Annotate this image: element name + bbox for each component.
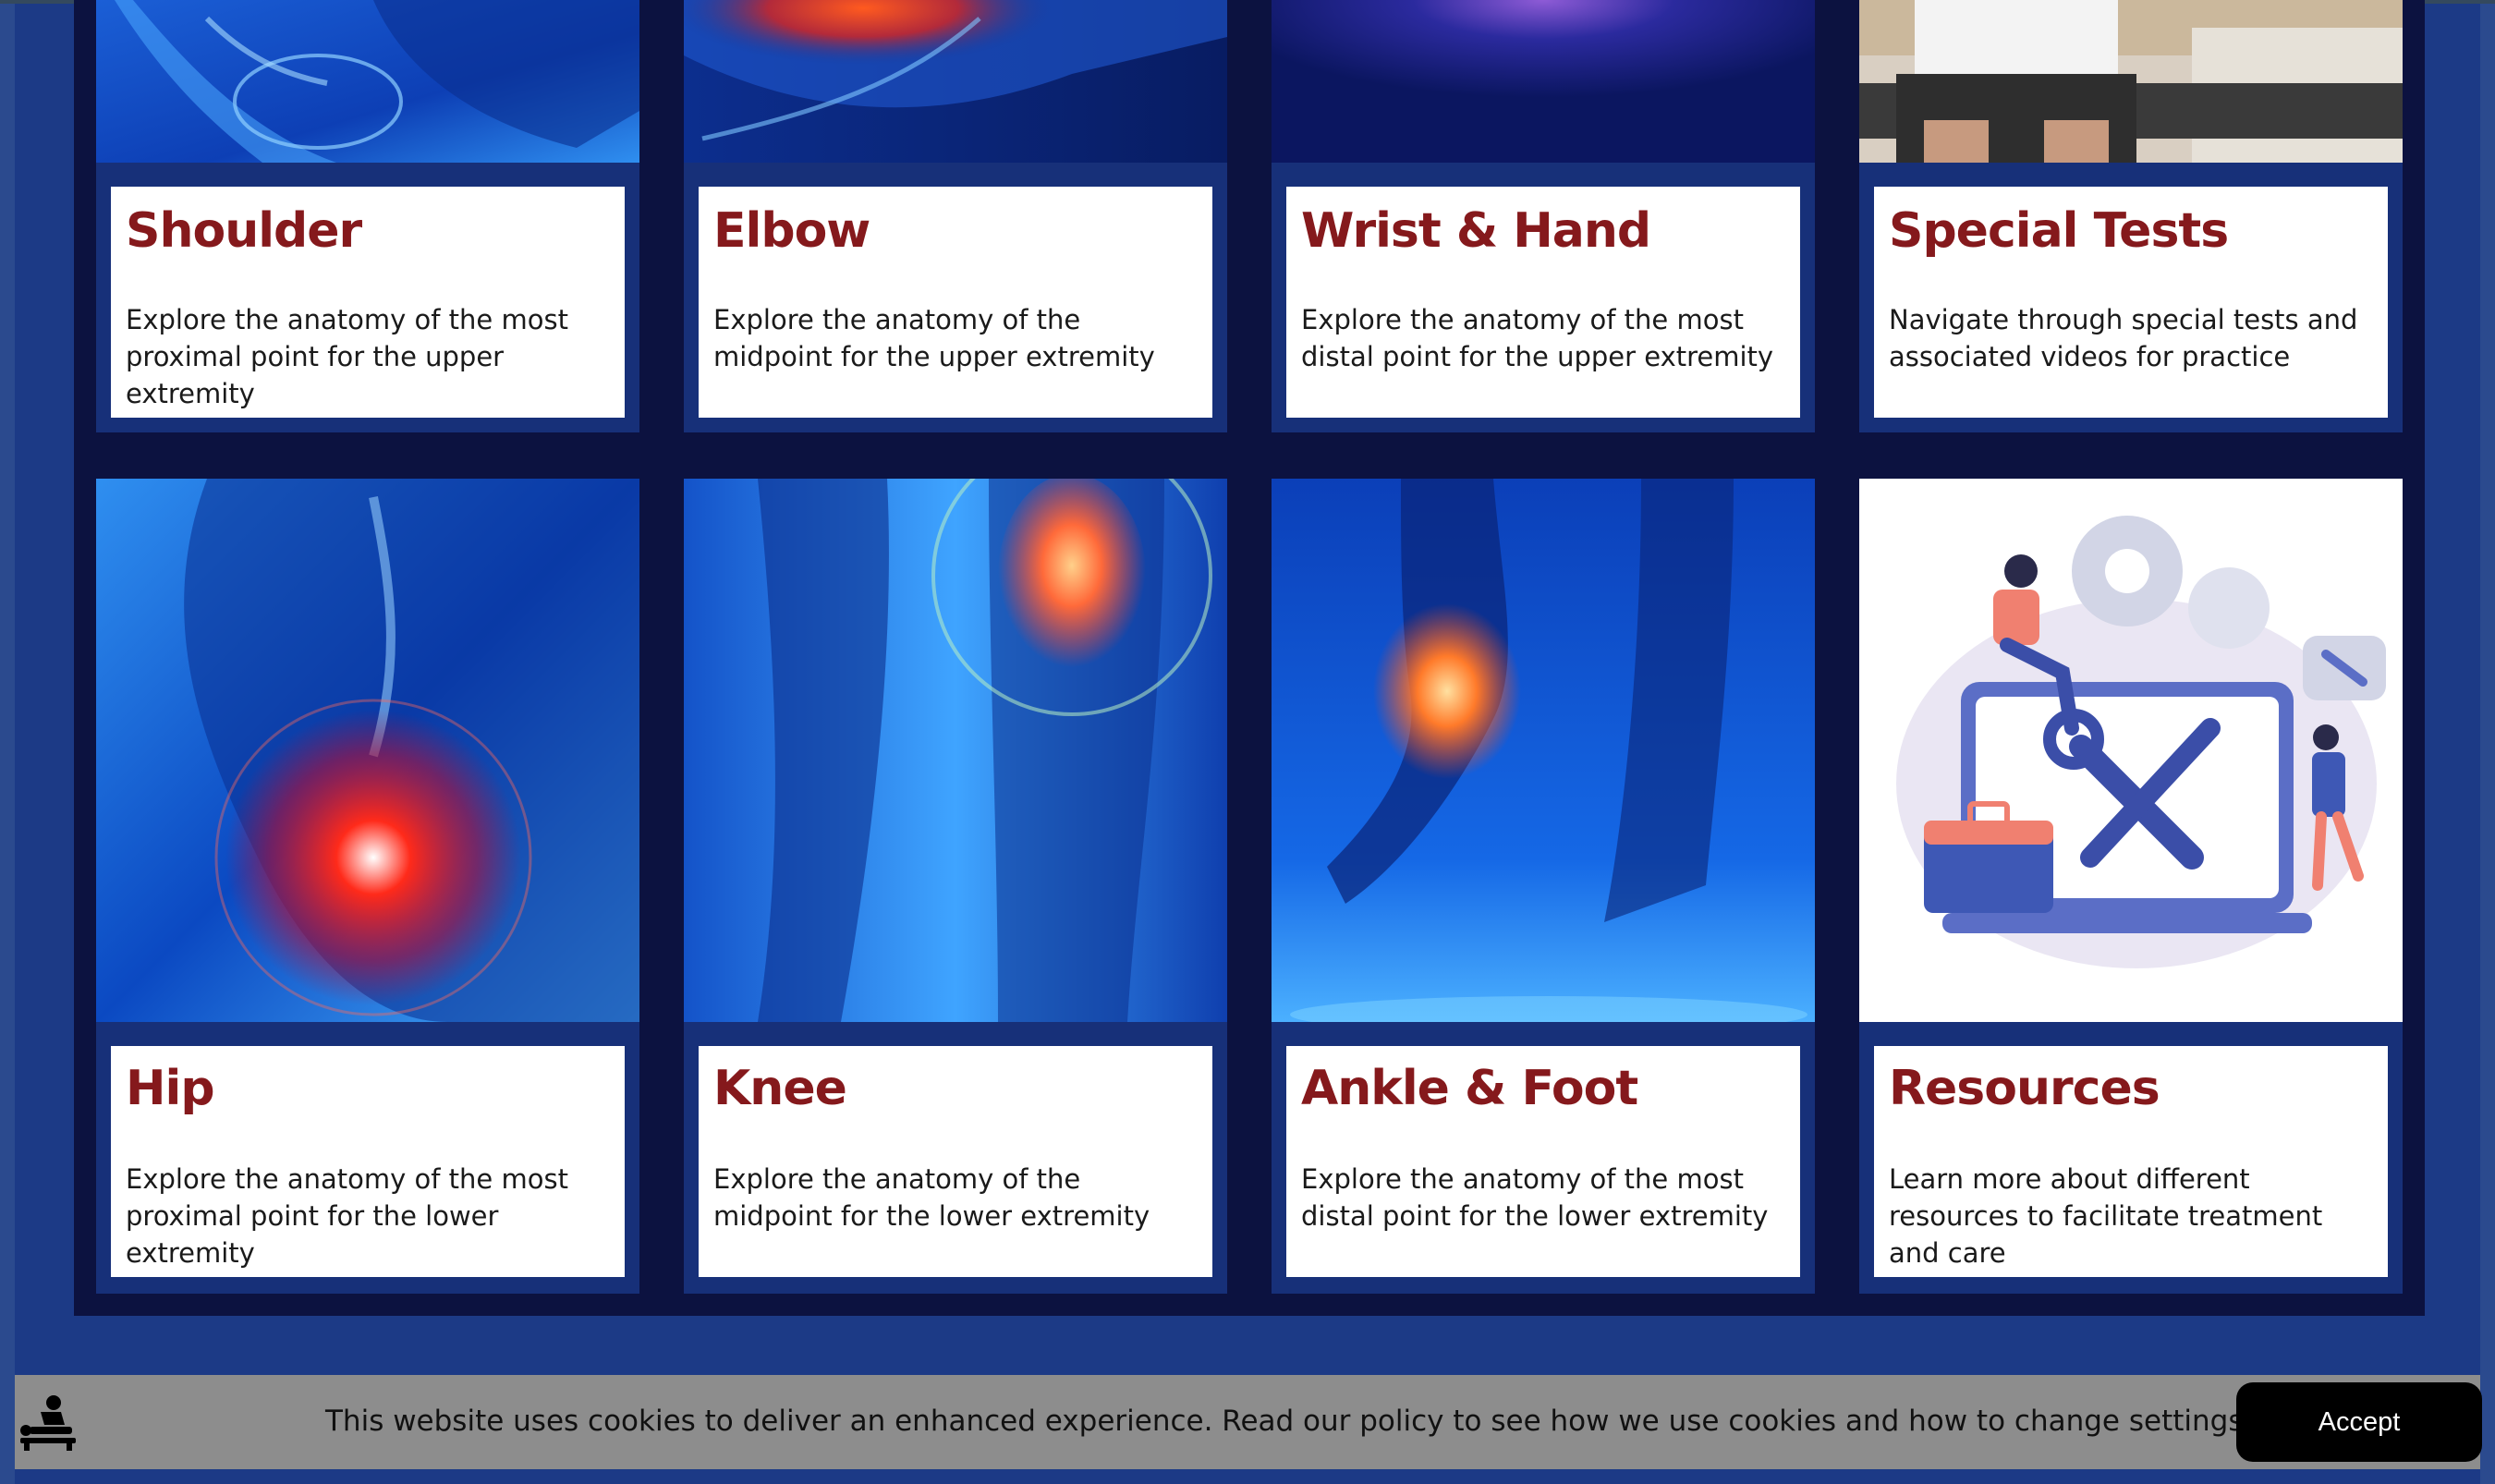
card-shoulder[interactable]: Shoulder Explore the anatomy of the most…: [96, 0, 639, 432]
card-description: Explore the anatomy of the midpoint for …: [713, 304, 1155, 372]
card-title[interactable]: Special Tests: [1889, 203, 2229, 259]
card-description: Explore the anatomy of the most proximal…: [126, 304, 568, 409]
card-description: Explore the anatomy of the most distal p…: [1301, 1163, 1769, 1232]
card-description: Learn more about different resources to …: [1889, 1163, 2323, 1269]
card-description: Explore the anatomy of the most proximal…: [126, 1163, 568, 1269]
card-title[interactable]: Hip: [126, 1061, 215, 1116]
card-body: Special Tests Navigate through special t…: [1874, 187, 2388, 418]
page-edge-left: [0, 0, 15, 1484]
card-knee[interactable]: Knee Explore the anatomy of the midpoint…: [684, 479, 1227, 1294]
card-title[interactable]: Resources: [1889, 1061, 2160, 1116]
knee-image[interactable]: [684, 479, 1227, 1022]
card-grid: Shoulder Explore the anatomy of the most…: [74, 0, 2425, 1316]
card-body: Ankle & Foot Explore the anatomy of the …: [1286, 1046, 1800, 1277]
wrist-image[interactable]: [1272, 0, 1815, 163]
card-body: Elbow Explore the anatomy of the midpoin…: [699, 187, 1212, 418]
elbow-image[interactable]: [684, 0, 1227, 163]
card-hip[interactable]: Hip Explore the anatomy of the most prox…: [96, 479, 639, 1294]
card-body: Shoulder Explore the anatomy of the most…: [111, 187, 625, 418]
card-title[interactable]: Ankle & Foot: [1301, 1061, 1638, 1116]
card-title[interactable]: Knee: [713, 1061, 847, 1116]
card-wrist-hand[interactable]: Wrist & Hand Explore the anatomy of the …: [1272, 0, 1815, 432]
hip-image[interactable]: [96, 479, 639, 1022]
tools-illustration-image[interactable]: [1859, 479, 2403, 1022]
card-ankle-foot[interactable]: Ankle & Foot Explore the anatomy of the …: [1272, 479, 1815, 1294]
page-edge-right: [2480, 0, 2495, 1484]
card-description: Explore the anatomy of the midpoint for …: [713, 1163, 1150, 1232]
card-body: Knee Explore the anatomy of the midpoint…: [699, 1046, 1212, 1277]
card-title[interactable]: Wrist & Hand: [1301, 203, 1651, 259]
card-title[interactable]: Elbow: [713, 203, 870, 259]
card-title[interactable]: Shoulder: [126, 203, 362, 259]
card-body: Resources Learn more about different res…: [1874, 1046, 2388, 1277]
ankle-image[interactable]: [1272, 479, 1815, 1022]
card-elbow[interactable]: Elbow Explore the anatomy of the midpoin…: [684, 0, 1227, 432]
card-description: Explore the anatomy of the most distal p…: [1301, 304, 1774, 372]
card-description: Navigate through special tests and assoc…: [1889, 304, 2358, 372]
patient-photo-image[interactable]: [1859, 0, 2403, 163]
shoulder-image[interactable]: [96, 0, 639, 163]
accept-cookies-button[interactable]: Accept: [2236, 1382, 2482, 1462]
card-body: Wrist & Hand Explore the anatomy of the …: [1286, 187, 1800, 418]
card-resources[interactable]: Resources Learn more about different res…: [1859, 479, 2403, 1294]
physical-therapy-icon: [17, 1393, 79, 1453]
card-special-tests[interactable]: Special Tests Navigate through special t…: [1859, 0, 2403, 432]
card-body: Hip Explore the anatomy of the most prox…: [111, 1046, 625, 1277]
cookie-message: This website uses cookies to deliver an …: [325, 1405, 2253, 1438]
cookie-banner: This website uses cookies to deliver an …: [15, 1375, 2482, 1469]
